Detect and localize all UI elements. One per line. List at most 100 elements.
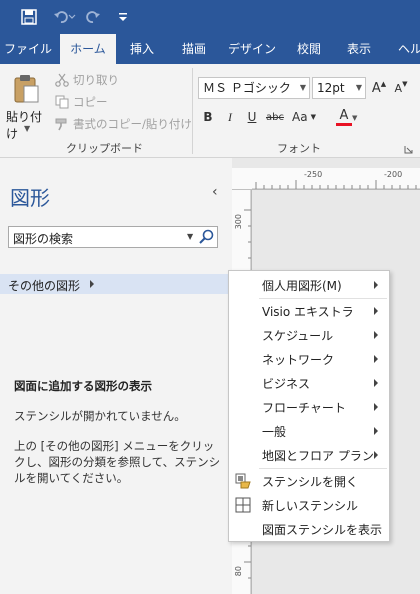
submenu-arrow-icon [374,427,378,435]
change-case-button[interactable]: Aa ▼ [288,106,320,128]
quick-access-toolbar [0,0,420,34]
paste-button[interactable]: 貼り付け ▼ [4,68,50,141]
font-name-combo[interactable]: ＭＳ Ｐゴシック ▼ [198,77,310,99]
more-shapes-menu[interactable]: その他の図形 [0,274,230,294]
copy-label: コピー [73,95,108,109]
font-size-dropdown-icon: ▼ [355,83,362,92]
menu-item-label: 一般 [262,425,287,439]
customize-qat-icon[interactable] [112,6,134,28]
open-stencil-icon [235,473,251,489]
format-painter-icon [54,116,70,132]
submenu-arrow-icon [374,379,378,387]
copy-button[interactable]: コピー [54,92,108,112]
ruler-corner [232,168,252,190]
save-icon[interactable] [18,6,40,28]
menu-item-maps-floor-plans[interactable]: 地図とフロア プラン [229,443,389,467]
font-size-combo[interactable]: 12pt ▼ [312,77,366,99]
clipboard-group-label: クリップボード [66,142,143,155]
paste-dropdown-icon: ▼ [24,124,31,133]
menu-item-schedule[interactable]: スケジュール [229,323,389,347]
search-dropdown-icon[interactable]: ▼ [187,232,193,241]
menu-item-label: ステンシルを開く [262,475,359,489]
menu-item-label: 図面ステンシルを表示 [262,523,383,537]
tab-view[interactable]: 表示 [338,34,380,64]
underline-button[interactable]: U [242,106,262,128]
submenu-arrow-icon [374,331,378,339]
tab-review[interactable]: 校閲 [288,34,330,64]
shape-search-placeholder: 図形の検索 [13,232,74,246]
cut-label: 切り取り [73,73,119,87]
strikethrough-button[interactable]: abc [264,106,286,128]
ruler-label: -200 [384,170,403,179]
ribbon-tabs: ファイル ホーム 挿入 描画 デザイン 校閲 表示 ヘル [0,34,420,64]
grow-font-button[interactable]: A ▲ [370,77,388,99]
font-group-label: フォント [277,142,321,155]
menu-item-label: Visio エキストラ [262,305,354,319]
tab-draw[interactable]: 描画 [172,34,216,64]
submenu-arrow-icon [374,307,378,315]
redo-icon[interactable] [82,6,104,28]
font-name-dropdown-icon: ▼ [299,83,306,92]
menu-item-flowchart[interactable]: フローチャート [229,395,389,419]
shapes-pane: 図形 ‹ 図形の検索 ▼ その他の図形 図面に追加する図形の表示 ステンシルが開… [0,158,232,594]
shrink-font-label: A [394,81,403,95]
shrink-font-icon: ▼ [402,80,408,88]
ribbon-home: 貼り付け ▼ 切り取り コピー 書式のコピー/貼り付け クリップボード ＭＳ Ｐ… [0,64,420,158]
submenu-arrow-icon [374,281,378,289]
format-painter-button[interactable]: 書式のコピー/貼り付け [54,114,192,134]
menu-item-label: スケジュール [262,329,334,343]
collapse-pane-icon[interactable]: ‹ [212,184,218,200]
tab-file[interactable]: ファイル [0,34,56,64]
submenu-arrow-icon [374,403,378,411]
more-shapes-arrow-icon [90,280,94,288]
tab-design[interactable]: デザイン [226,34,278,64]
menu-item-business[interactable]: ビジネス [229,371,389,395]
menu-item-label: 新しいステンシル [262,499,359,513]
font-name-value: ＭＳ Ｐゴシック [203,81,291,95]
scissors-icon [54,72,70,88]
italic-button[interactable]: I [220,106,240,128]
change-case-label: Aa [292,110,308,124]
ruler-label: 300 [234,214,243,230]
menu-item-label: ネットワーク [262,353,335,367]
menu-item-new-stencil[interactable]: 新しいステンシル [229,493,389,517]
tab-insert[interactable]: 挿入 [122,34,162,64]
menu-item-label: ビジネス [262,377,311,391]
undo-dropdown-icon[interactable] [66,6,78,28]
font-color-dropdown-icon[interactable]: ▼ [352,114,357,122]
submenu-arrow-icon [374,451,378,459]
bold-button[interactable]: B [198,106,218,128]
change-case-dropdown-icon: ▼ [310,113,316,121]
grow-font-label: A [371,80,381,96]
copy-icon [54,94,70,110]
font-color-label: A [339,107,349,123]
font-dialog-launcher-icon[interactable] [404,144,413,154]
paste-icon [14,74,40,107]
menu-item-my-shapes[interactable]: 個人用図形(M) [229,273,389,297]
new-stencil-icon [235,497,251,513]
menu-item-label: 個人用図形(M) [262,279,342,293]
cut-button[interactable]: 切り取り [54,70,119,90]
tab-home[interactable]: ホーム [60,34,116,64]
menu-item-network[interactable]: ネットワーク [229,347,389,371]
ruler-label: -250 [304,170,323,179]
shrink-font-button[interactable]: A ▼ [392,77,410,99]
more-shapes-label: その他の図形 [8,279,81,293]
search-icon[interactable] [199,229,214,247]
help-text-no-stencil: ステンシルが開かれていません。 [14,409,186,423]
menu-item-label: 地図とフロア プラン [262,449,374,463]
menu-item-show-document-stencil[interactable]: 図面ステンシルを表示 [229,517,389,541]
help-title: 図面に追加する図形の表示 [14,379,152,393]
shapes-pane-title: 図形 [10,186,50,210]
submenu-arrow-icon [374,355,378,363]
format-painter-label: 書式のコピー/貼り付け [73,117,192,131]
menu-item-visio-extras[interactable]: Visio エキストラ [229,299,389,323]
shape-search-input[interactable]: 図形の検索 ▼ [8,226,218,248]
menu-item-open-stencil[interactable]: ステンシルを開く [229,469,389,493]
font-size-value: 12pt [317,81,345,95]
grow-font-icon: ▲ [380,80,387,88]
menu-item-general[interactable]: 一般 [229,419,389,443]
tab-help[interactable]: ヘル [390,34,420,64]
horizontal-ruler[interactable]: -250 -200 [252,168,420,190]
ruler-label: 80 [234,566,243,577]
